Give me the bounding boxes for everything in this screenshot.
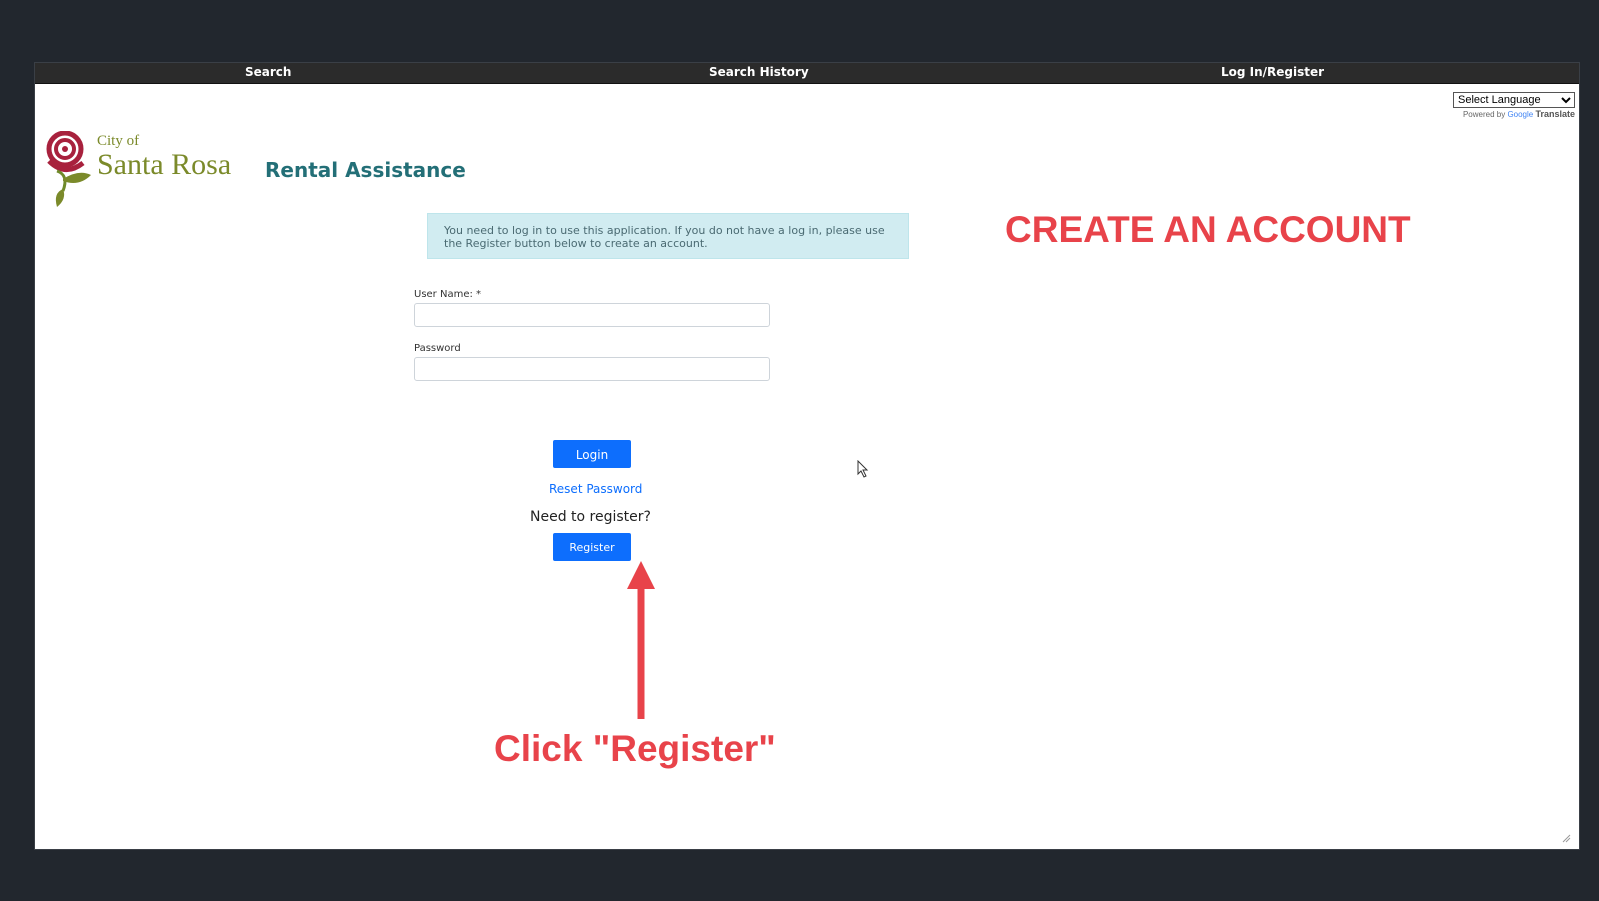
login-info-alert: You need to log in to use this applicati… xyxy=(427,213,909,259)
username-input[interactable] xyxy=(414,303,770,327)
top-navigation: Search Search History Log In/Register xyxy=(35,63,1579,84)
language-select[interactable]: Select Language xyxy=(1453,92,1575,108)
register-button[interactable]: Register xyxy=(553,533,631,561)
click-register-annotation: Click "Register" xyxy=(494,728,776,769)
city-logo[interactable]: City of Santa Rosa xyxy=(39,131,249,213)
login-button[interactable]: Login xyxy=(553,440,631,468)
resize-handle-icon[interactable] xyxy=(1561,833,1571,843)
translate-link[interactable]: Translate xyxy=(1535,109,1575,119)
powered-by-google: Powered by Google Translate xyxy=(1453,109,1575,119)
nav-search[interactable]: Search xyxy=(245,65,291,79)
username-label: User Name: * xyxy=(414,289,482,300)
google-translate-widget: Select Language Powered by Google Transl… xyxy=(1453,88,1575,119)
nav-search-history[interactable]: Search History xyxy=(709,65,809,79)
password-label: Password xyxy=(414,343,461,354)
need-register-text: Need to register? xyxy=(530,509,651,525)
google-logo-text[interactable]: Google xyxy=(1507,110,1533,119)
red-arrow-icon xyxy=(627,561,655,719)
browser-frame: Search Search History Log In/Register Se… xyxy=(34,62,1580,850)
reset-password-link[interactable]: Reset Password xyxy=(549,482,642,496)
logo-santa-rosa: Santa Rosa xyxy=(97,148,232,181)
rose-icon xyxy=(46,131,91,207)
nav-login-register[interactable]: Log In/Register xyxy=(1221,65,1324,79)
powered-prefix: Powered by xyxy=(1462,110,1506,119)
page-title: Rental Assistance xyxy=(265,158,466,182)
mouse-cursor-icon xyxy=(857,460,869,478)
password-input[interactable] xyxy=(414,357,770,381)
create-account-annotation: CREATE AN ACCOUNT xyxy=(1005,209,1411,250)
